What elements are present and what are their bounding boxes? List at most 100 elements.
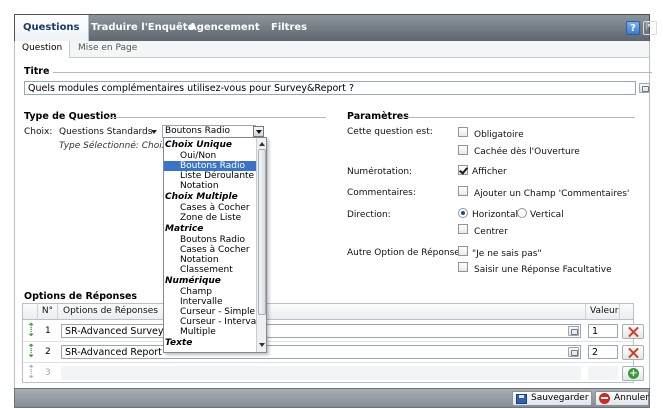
dropdown-option[interactable]: Classement: [164, 265, 256, 275]
dropdown-group-texte: Texte: [165, 338, 193, 348]
je-ne-sais-pas-label: "Je ne sais pas": [472, 249, 542, 259]
drag-handle-icon[interactable]: ⇡ ⇣: [27, 344, 35, 360]
category-select[interactable]: Questions Standards: [56, 125, 160, 138]
dropdown-group-choix-multiple: Choix Multiple: [165, 192, 238, 202]
save-button[interactable]: Sauvegarder: [512, 391, 592, 406]
delete-row-icon[interactable]: [622, 345, 644, 360]
cancel-button[interactable]: Annuler: [595, 391, 649, 406]
question-est-label: Cette question est:: [347, 127, 433, 137]
top-tab-bar: Questions Traduire l'Enquête Agencement …: [14, 14, 657, 43]
help-icon[interactable]: ?: [626, 21, 640, 35]
subtab-question[interactable]: Question: [15, 41, 71, 58]
dropdown-group-matrice: Matrice: [165, 224, 204, 234]
option-value-input[interactable]: 2: [588, 345, 618, 359]
row-number: 3: [45, 368, 51, 378]
type-question-heading: Type de Question: [24, 111, 117, 122]
tab-agencement[interactable]: Agencement: [181, 15, 268, 42]
add-row-icon[interactable]: [622, 366, 644, 381]
title-input[interactable]: Quels modules complémentaires utilisez-v…: [24, 81, 636, 95]
dropdown-option[interactable]: Zone de Liste: [164, 213, 256, 223]
option-editor-icon[interactable]: [568, 326, 579, 336]
new-value-placeholder: [588, 366, 618, 380]
table-row-new: ⇡ ⇣ 3: [23, 363, 644, 384]
table-header-num: N°: [38, 304, 58, 320]
row-number: 2: [45, 347, 51, 357]
tab-filtres[interactable]: Filtres: [263, 15, 315, 42]
new-option-placeholder: [61, 366, 581, 380]
je-ne-sais-pas-checkbox[interactable]: [458, 246, 468, 256]
dropdown-option[interactable]: Cases à Cocher: [164, 245, 256, 255]
dropdown-option[interactable]: Intervalle: [164, 297, 256, 307]
autre-option-label: Autre Option de Réponse: [347, 248, 460, 258]
direction-label: Direction:: [347, 210, 391, 220]
reponse-facultative-label: Saisir une Réponse Facultative: [474, 265, 612, 275]
dropdown-option[interactable]: Champ: [164, 287, 256, 297]
dropdown-option[interactable]: Oui/Non: [164, 151, 256, 161]
dropdown-group-numerique: Numérique: [165, 276, 221, 286]
vertical-radio[interactable]: [517, 208, 527, 218]
horizontal-label: Horizontal: [472, 210, 518, 220]
table-row: ⇡ ⇣ 1 SR-Advanced Survey 1: [23, 321, 644, 342]
dropdown-option[interactable]: Liste Déroulante: [164, 171, 256, 181]
obligatoire-label: Obligatoire: [474, 130, 524, 140]
scrollbar-thumb[interactable]: [258, 149, 266, 315]
save-icon: [516, 394, 527, 404]
dropdown-option[interactable]: Notation: [164, 181, 256, 191]
table-header-drag: [23, 304, 38, 320]
table-header-valeur: Valeur: [586, 304, 620, 320]
option-editor-icon[interactable]: [568, 347, 579, 357]
footer-bar: Sauvegarder Annuler: [14, 388, 650, 408]
options-table: N° Options de Réponses Valeur ⇡ ⇣ 1 SR-Ad…: [22, 303, 644, 384]
type-question-divider: [108, 117, 326, 118]
subtab-mise-en-page[interactable]: Mise en Page: [71, 41, 144, 57]
type-dropdown-list[interactable]: Choix Unique Oui/Non Boutons Radio Liste…: [163, 137, 267, 353]
dropdown-option[interactable]: Notation: [164, 255, 256, 265]
centrer-checkbox[interactable]: [458, 224, 468, 234]
titre-heading: Titre: [24, 66, 50, 77]
tab-questions[interactable]: Questions: [15, 15, 89, 43]
expand-icon[interactable]: ⇱: [643, 21, 657, 35]
ajouter-champ-checkbox[interactable]: [458, 186, 468, 196]
dropdown-option[interactable]: Curseur - Simple: [164, 307, 256, 317]
type-select-value: Boutons Radio: [165, 126, 230, 136]
dropdown-option[interactable]: Curseur - Intervalle: [164, 317, 266, 327]
numerotation-label: Numérotation:: [347, 167, 413, 177]
drag-handle-icon: ⇡ ⇣: [27, 364, 36, 381]
horizontal-radio[interactable]: [458, 208, 468, 218]
cachee-label: Cachée dès l'Ouverture: [474, 147, 580, 157]
dropdown-option[interactable]: Multiple: [164, 327, 256, 337]
table-header-options: Options de Réponses: [58, 304, 586, 320]
commentaires-label: Commentaires:: [347, 188, 416, 198]
parametres-heading: Paramètres: [347, 111, 409, 122]
drag-handle-icon[interactable]: ⇡ ⇣: [27, 323, 35, 339]
reponse-facultative-checkbox[interactable]: [458, 262, 468, 272]
cachee-checkbox[interactable]: [458, 145, 468, 155]
options-reponses-heading: Options de Réponses: [24, 291, 138, 302]
afficher-checkbox[interactable]: [458, 165, 468, 175]
cancel-icon: [599, 393, 610, 404]
type-select-arrow-icon[interactable]: [253, 126, 264, 137]
title-editor-icon[interactable]: [639, 83, 650, 93]
dropdown-group-choix-unique: Choix Unique: [165, 140, 232, 150]
dropdown-scrollbar[interactable]: [256, 138, 266, 352]
scroll-up-icon[interactable]: [259, 142, 265, 146]
dropdown-option[interactable]: Boutons Radio: [164, 235, 256, 245]
category-select-value: Questions Standards: [59, 127, 153, 137]
dropdown-option-selected[interactable]: Boutons Radio: [164, 161, 256, 171]
delete-row-icon[interactable]: [622, 324, 644, 339]
table-row: ⇡ ⇣ 2 SR-Advanced Report 2: [23, 342, 644, 363]
option-text-input[interactable]: SR-Advanced Survey: [61, 324, 581, 338]
save-label: Sauvegarder: [531, 393, 589, 403]
option-text-input[interactable]: SR-Advanced Report: [61, 345, 581, 359]
afficher-label: Afficher: [472, 167, 507, 177]
parametres-divider: [403, 117, 635, 118]
cancel-label: Annuler: [614, 393, 650, 403]
obligatoire-checkbox[interactable]: [458, 127, 468, 137]
option-value-input[interactable]: 1: [588, 324, 618, 338]
ajouter-champ-label: Ajouter un Champ 'Commentaires': [474, 189, 630, 199]
selected-type-text: Type Sélectionné: Choix U: [59, 141, 177, 151]
scroll-down-icon[interactable]: [259, 343, 265, 347]
row-number: 1: [45, 326, 51, 336]
choix-label: Choix:: [24, 127, 53, 137]
dropdown-option[interactable]: Cases à Cocher: [164, 203, 256, 213]
